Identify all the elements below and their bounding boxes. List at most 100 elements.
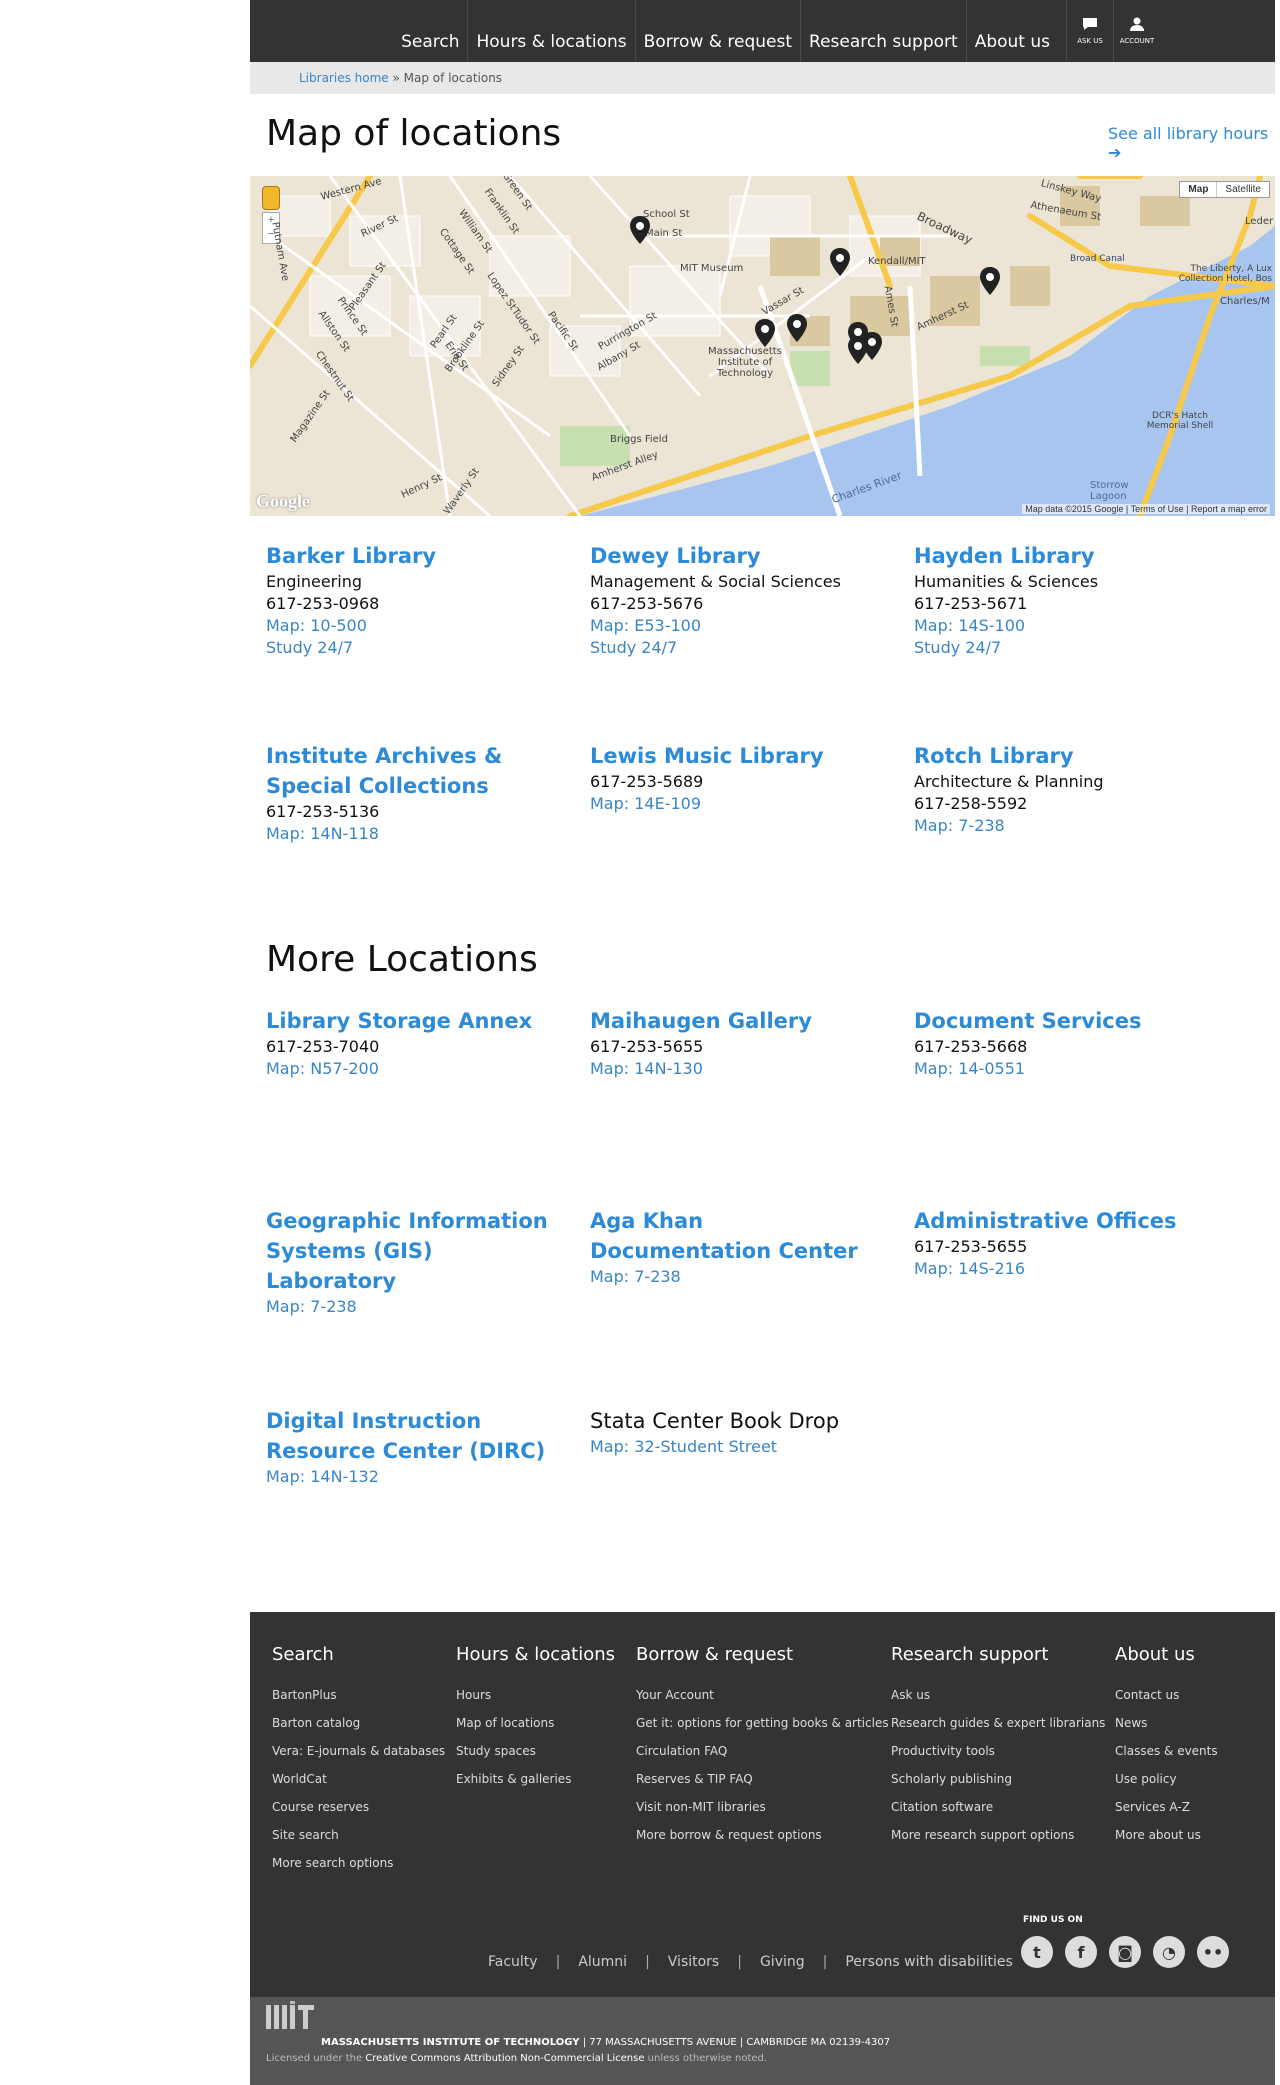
location-name-link[interactable]: Maihaugen Gallery [590,1009,812,1033]
location-name-link[interactable]: Digital Instruction Resource Center (DIR… [266,1409,545,1463]
street-view-pegman-icon[interactable] [262,186,280,210]
location-name-link[interactable]: Library Storage Annex [266,1009,532,1033]
location-card: Hayden Library Humanities & Sciences 617… [914,541,1224,659]
footer-link[interactable]: Get it: options for getting books & arti… [636,1709,889,1737]
study-24-7-link[interactable]: Study 24/7 [266,637,576,659]
instagram-icon[interactable]: ◙ [1109,1936,1141,1968]
breadcrumb-home-link[interactable]: Libraries home [299,71,389,85]
location-map-link[interactable]: Map: 14S-100 [914,615,1224,637]
footer-link[interactable]: Vera: E-journals & databases [272,1737,445,1765]
study-24-7-link[interactable]: Study 24/7 [914,637,1224,659]
rss-icon[interactable]: ◔ [1153,1936,1185,1968]
location-pin-icon[interactable] [630,216,650,244]
location-map-link[interactable]: Map: 14E-109 [590,793,900,815]
location-name-link[interactable]: Barker Library [266,544,436,568]
visitors-link[interactable]: Visitors [668,1954,719,1970]
nav-search[interactable]: Search [393,0,467,62]
location-phone: 617-253-5676 [590,594,704,613]
footer-link[interactable]: Barton catalog [272,1709,445,1737]
footer-link[interactable]: Services A-Z [1115,1793,1218,1821]
nav-borrow-request[interactable]: Borrow & request [634,0,800,62]
disabilities-link[interactable]: Persons with disabilities [845,1954,1012,1970]
footer-link[interactable]: Reserves & TIP FAQ [636,1765,889,1793]
footer-link[interactable]: Course reserves [272,1793,445,1821]
faculty-link[interactable]: Faculty [488,1954,538,1970]
footer-link[interactable]: More borrow & request options [636,1821,889,1849]
footer-link[interactable]: Research guides & expert librarians [891,1709,1105,1737]
location-map-link[interactable]: Map: 14N-130 [590,1058,900,1080]
footer-link[interactable]: More research support options [891,1821,1105,1849]
footer-link[interactable]: Hours [456,1681,615,1709]
location-name-link[interactable]: Dewey Library [590,544,761,568]
location-name-link[interactable]: Document Services [914,1009,1141,1033]
nav-research-support[interactable]: Research support [800,0,966,62]
footer-link[interactable]: Classes & events [1115,1737,1218,1765]
map-view-button[interactable]: Map [1180,182,1218,197]
location-map-link[interactable]: Map: 7-238 [266,1296,566,1318]
satellite-view-button[interactable]: Satellite [1217,182,1269,197]
locations-map[interactable]: + − Western Ave River St Putnam Ave Pleas… [250,176,1275,516]
location-map-link[interactable]: Map: 7-238 [914,815,1224,837]
location-card: Aga Khan Documentation Center Map: 7-238 [590,1206,880,1288]
nav-about-us[interactable]: About us [965,0,1058,62]
footer-link[interactable]: Exhibits & galleries [456,1765,615,1793]
facebook-icon[interactable]: f [1065,1936,1097,1968]
footer-link[interactable]: Circulation FAQ [636,1737,889,1765]
location-pin-icon[interactable] [980,267,1000,295]
footer-link[interactable]: Scholarly publishing [891,1765,1105,1793]
nav-hours-locations[interactable]: Hours & locations [467,0,634,62]
mit-logo[interactable] [266,2001,322,2029]
twitter-icon[interactable]: t [1021,1936,1053,1968]
giving-link[interactable]: Giving [760,1954,805,1970]
location-map-link[interactable]: Map: 14-0551 [914,1058,1224,1080]
location-map-link[interactable]: Map: 14S-216 [914,1258,1224,1280]
footer-link[interactable]: Your Account [636,1681,889,1709]
location-name-link[interactable]: Aga Khan Documentation Center [590,1209,858,1263]
location-card: Document Services 617-253-5668 Map: 14-0… [914,1006,1224,1080]
location-map-link[interactable]: Map: 14N-118 [266,823,576,845]
footer-link[interactable]: Contact us [1115,1681,1218,1709]
footer-link[interactable]: Visit non-MIT libraries [636,1793,889,1821]
location-pin-icon[interactable] [755,319,775,347]
location-pin-icon[interactable] [848,336,868,364]
footer-link[interactable]: Productivity tools [891,1737,1105,1765]
alumni-link[interactable]: Alumni [578,1954,627,1970]
location-map-link[interactable]: Map: 14N-132 [266,1466,566,1488]
study-24-7-link[interactable]: Study 24/7 [590,637,900,659]
account-label: ACCOUNT [1119,37,1155,45]
footer-link[interactable]: BartonPlus [272,1681,445,1709]
breadcrumb-current: Map of locations [403,71,503,85]
location-map-link[interactable]: Map: 7-238 [590,1266,880,1288]
location-name-link[interactable]: Administrative Offices [914,1209,1177,1233]
location-map-link[interactable]: Map: 10-500 [266,615,576,637]
account-button[interactable]: ACCOUNT [1113,0,1160,62]
location-name-link[interactable]: Geographic Information Systems (GIS) Lab… [266,1209,548,1293]
footer-link[interactable]: More about us [1115,1821,1218,1849]
location-pin-icon[interactable] [787,314,807,342]
flickr-icon[interactable]: •• [1197,1936,1229,1968]
footer-link[interactable]: More search options [272,1849,445,1877]
footer-link[interactable]: WorldCat [272,1765,445,1793]
location-map-link[interactable]: Map: N57-200 [266,1058,576,1080]
location-pin-icon[interactable] [830,248,850,276]
footer-link[interactable]: Site search [272,1821,445,1849]
footer-link[interactable]: Ask us [891,1681,1105,1709]
location-name-link[interactable]: Lewis Music Library [590,744,824,768]
footer-link[interactable]: Use policy [1115,1765,1218,1793]
creative-commons-link[interactable]: Creative Commons Attribution Non-Commerc… [365,2053,644,2064]
map-label: Main St [645,228,683,239]
ask-us-button[interactable]: ASK US [1066,0,1113,62]
footer-link[interactable]: Study spaces [456,1737,615,1765]
location-name-link[interactable]: Institute Archives & Special Collections [266,744,502,798]
location-map-link[interactable]: Map: 32-Student Street [590,1436,900,1458]
see-all-hours-link[interactable]: See all library hours ➔ [1108,124,1280,162]
footer-column-about: About us Contact us News Classes & event… [1115,1644,1218,1849]
location-map-link[interactable]: Map: E53-100 [590,615,900,637]
footer-link[interactable]: News [1115,1709,1218,1737]
location-name-link[interactable]: Hayden Library [914,544,1095,568]
footer-link[interactable]: Citation software [891,1793,1105,1821]
mit-name: MASSACHUSETTS INSTITUTE OF TECHNOLOGY [321,2037,580,2048]
footer-link[interactable]: Map of locations [456,1709,615,1737]
map-credit[interactable]: Map data ©2015 Google | Terms of Use | R… [1022,504,1270,514]
location-name-link[interactable]: Rotch Library [914,744,1074,768]
